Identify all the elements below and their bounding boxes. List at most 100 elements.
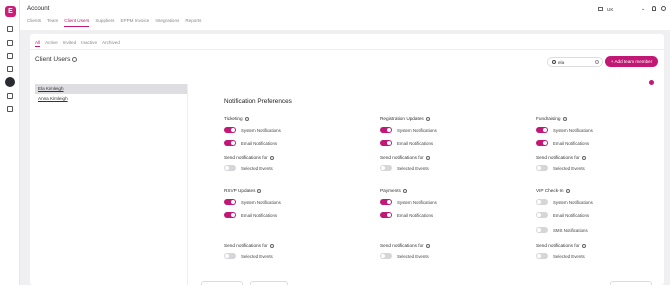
- email-toggle[interactable]: [536, 212, 548, 218]
- info-icon[interactable]: [269, 155, 274, 160]
- sidebar: E: [0, 0, 20, 285]
- user-icon[interactable]: [661, 6, 666, 11]
- section-label: Registration Updates: [380, 116, 424, 121]
- footer-button[interactable]: [201, 281, 243, 285]
- toggle-label: Selected Events: [397, 166, 429, 171]
- selected-events-toggle[interactable]: [224, 253, 236, 259]
- system-toggle[interactable]: [536, 127, 548, 133]
- system-toggle[interactable]: [224, 199, 236, 205]
- info-icon[interactable]: [581, 155, 586, 160]
- toggle-label: Email Notifications: [553, 141, 590, 146]
- info-icon[interactable]: [425, 155, 430, 160]
- info-icon[interactable]: [425, 116, 430, 121]
- toggle-label: Email Notifications: [241, 213, 278, 218]
- send-for-label: Send notifications for: [224, 155, 274, 160]
- send-for-text: Send notifications for: [380, 243, 424, 248]
- section-title: Client Users: [35, 56, 78, 63]
- search-input[interactable]: ela: [547, 57, 603, 67]
- list-item[interactable]: Anna Kimleigh: [35, 94, 187, 104]
- info-icon[interactable]: [257, 188, 262, 193]
- system-toggle[interactable]: [536, 199, 548, 205]
- subtab-archived[interactable]: Archived: [102, 40, 120, 47]
- main-tabs: Clients Team Client Users Suppliers EPPM…: [27, 18, 201, 27]
- settings-icon[interactable]: [7, 93, 13, 99]
- clock-icon[interactable]: [7, 106, 13, 112]
- language-select[interactable]: UK ⌄: [598, 6, 650, 14]
- system-toggle[interactable]: [380, 127, 392, 133]
- footer-button[interactable]: [250, 281, 288, 285]
- subtab-invited[interactable]: Invited: [63, 40, 77, 47]
- subtab-inactive[interactable]: Inactive: [81, 40, 97, 47]
- list-icon[interactable]: [7, 53, 13, 59]
- section-label: VIP Check-In: [536, 188, 564, 193]
- app-logo[interactable]: E: [5, 6, 16, 17]
- selected-events-toggle[interactable]: [536, 165, 548, 171]
- account-icon[interactable]: [5, 77, 15, 87]
- info-icon[interactable]: [72, 56, 78, 62]
- language-label: UK: [607, 7, 614, 12]
- toggle-label: System Notifications: [553, 200, 593, 205]
- send-for-label: Send notifications for: [380, 243, 430, 248]
- toggle-label: System Notifications: [397, 128, 437, 133]
- grid-icon[interactable]: [7, 40, 13, 46]
- footer-button[interactable]: [610, 281, 652, 285]
- email-toggle[interactable]: [380, 140, 392, 146]
- selected-events-toggle[interactable]: [536, 253, 548, 259]
- subtab-active[interactable]: Active: [45, 40, 58, 47]
- clear-icon[interactable]: [595, 60, 599, 64]
- tab-clients[interactable]: Clients: [27, 18, 41, 27]
- section-label: Payments: [380, 188, 401, 193]
- toggle-label: Email Notifications: [553, 213, 590, 218]
- tab-suppliers[interactable]: Suppliers: [95, 18, 114, 27]
- tab-client-users[interactable]: Client Users: [64, 18, 90, 27]
- email-toggle[interactable]: [380, 212, 392, 218]
- send-for-label: Send notifications for: [380, 155, 430, 160]
- selected-events-toggle[interactable]: [224, 165, 236, 171]
- tab-team[interactable]: Team: [47, 18, 58, 27]
- add-team-member-button[interactable]: + Add team member: [605, 56, 658, 67]
- sms-toggle[interactable]: [536, 227, 548, 233]
- info-icon[interactable]: [425, 243, 430, 248]
- chevron-down-icon: ⌄: [641, 6, 646, 12]
- email-toggle[interactable]: [224, 140, 236, 146]
- email-toggle[interactable]: [224, 212, 236, 218]
- users-icon[interactable]: [7, 66, 13, 72]
- system-toggle[interactable]: [224, 127, 236, 133]
- info-icon[interactable]: [565, 188, 570, 193]
- info-icon[interactable]: [269, 243, 274, 248]
- tab-integrations[interactable]: Integrations: [155, 18, 179, 27]
- user-list: Ela Kimleigh Anna Kimleigh: [35, 84, 188, 285]
- page-title: Account: [27, 5, 50, 12]
- send-for-text: Send notifications for: [224, 243, 268, 248]
- info-icon[interactable]: [244, 116, 249, 121]
- selected-events-toggle[interactable]: [380, 253, 392, 259]
- section-payments: Payments: [380, 188, 407, 193]
- toggle-label: System Notifications: [553, 128, 593, 133]
- list-item[interactable]: Ela Kimleigh: [35, 84, 187, 94]
- tab-eppm-invoice[interactable]: EPPM Invoice: [120, 18, 149, 27]
- section-title-text: Client Users: [35, 56, 71, 63]
- search-icon: [552, 60, 556, 64]
- send-for-text: Send notifications for: [224, 155, 268, 160]
- bell-icon[interactable]: [652, 6, 656, 11]
- toggle-label: Selected Events: [553, 254, 585, 259]
- close-icon[interactable]: [649, 80, 654, 85]
- send-for-label: Send notifications for: [536, 155, 586, 160]
- section-label: Ticketing: [224, 116, 243, 121]
- section-rsvp: RSVP Updates: [224, 188, 262, 193]
- toggle-label: Selected Events: [397, 254, 429, 259]
- system-toggle[interactable]: [380, 199, 392, 205]
- toggle-label: Email Notifications: [397, 213, 434, 218]
- selected-events-toggle[interactable]: [380, 165, 392, 171]
- info-icon[interactable]: [402, 188, 407, 193]
- calendar-icon[interactable]: [7, 26, 13, 32]
- send-for-text: Send notifications for: [380, 155, 424, 160]
- info-icon[interactable]: [581, 243, 586, 248]
- tab-reports[interactable]: Reports: [185, 18, 201, 27]
- status-tabs: All Active Invited Inactive Archived: [35, 40, 120, 47]
- info-icon[interactable]: [562, 116, 567, 121]
- email-toggle[interactable]: [536, 140, 548, 146]
- flag-icon: [598, 7, 603, 11]
- subtab-all[interactable]: All: [35, 40, 41, 47]
- section-fundraising: Fundraising: [536, 116, 567, 121]
